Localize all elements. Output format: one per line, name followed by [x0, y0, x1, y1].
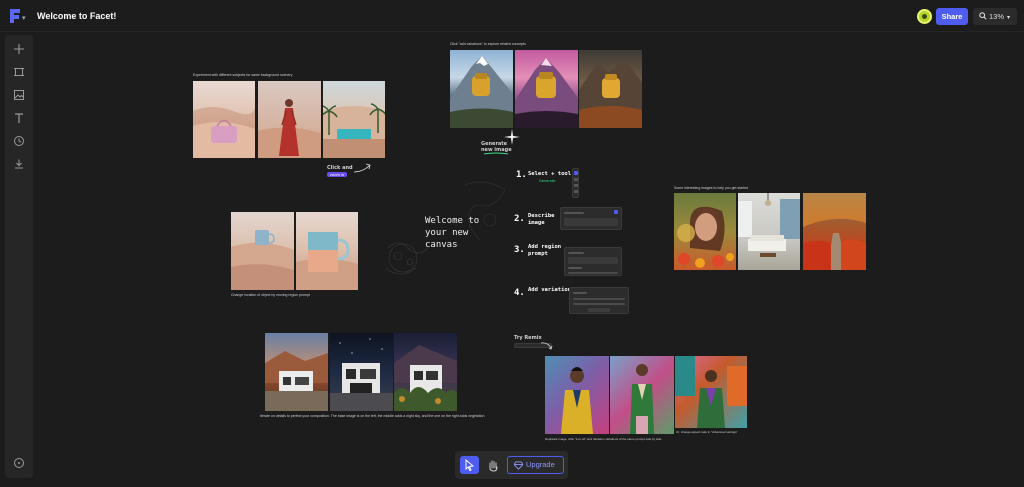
mountain-backpack-image-1[interactable] — [450, 50, 513, 128]
desert-oasis-image[interactable] — [323, 81, 385, 158]
mountain-backpack-image-3[interactable] — [579, 50, 642, 128]
portrait-caption: Some interesting images to help you get … — [674, 186, 749, 190]
zoom-button[interactable]: 13% ▾ — [973, 8, 1017, 25]
avatar[interactable] — [917, 9, 932, 24]
arrow-icon — [353, 163, 371, 173]
mug-caption: Change location of object by moving regi… — [231, 293, 310, 297]
arrow-icon — [540, 342, 553, 350]
autumn-path-image[interactable] — [803, 193, 866, 270]
download-icon[interactable] — [13, 157, 25, 169]
chevron-down-icon[interactable]: ▾ — [22, 14, 26, 22]
step-4-label: Add variation — [528, 287, 572, 293]
step-3-number: 3. — [514, 245, 525, 255]
mini-toolbar — [572, 168, 579, 198]
top-bar: ▾ Welcome to Facet! Share 13% ▾ — [0, 0, 1024, 32]
underline-mark — [483, 152, 509, 155]
house-base-image[interactable] — [265, 333, 328, 411]
add-icon[interactable] — [13, 42, 25, 54]
help-icon[interactable] — [13, 456, 25, 468]
desert-handbag-image[interactable] — [193, 81, 255, 158]
share-button[interactable]: Share — [936, 8, 968, 25]
step-3-label: Add region prompt — [528, 244, 562, 257]
house-night-image[interactable] — [330, 333, 393, 411]
fashion-man-image-1[interactable] — [545, 356, 609, 434]
try-remix-label: Try Remix — [514, 335, 542, 341]
region-prompt-panel — [564, 247, 622, 276]
fashion-caption-right: Or, change aspect ratio in "Advanced set… — [676, 430, 738, 434]
history-icon[interactable] — [13, 134, 25, 146]
cursor-icon — [465, 458, 475, 472]
step-2-label: Describe image — [528, 213, 555, 226]
upgrade-button[interactable]: Upgrade — [507, 456, 564, 474]
describe-panel — [560, 207, 622, 230]
select-tool-button[interactable] — [460, 456, 479, 474]
mountain-backpack-image-2[interactable] — [515, 50, 578, 128]
fashion-man-image-2[interactable] — [610, 356, 674, 434]
hand-icon — [489, 460, 498, 472]
desert-woman-image[interactable] — [258, 81, 321, 158]
welcome-text: Welcome to your new canvas — [425, 216, 480, 250]
house-vegetation-image[interactable] — [394, 333, 457, 411]
fashion-man-image-3[interactable] — [675, 356, 747, 428]
fashion-caption-left: Duplicate image, click "1x1 ref" and Var… — [545, 437, 662, 441]
upgrade-label: Upgrade — [526, 460, 555, 469]
mountain-caption: Click "add variations" to explore relate… — [450, 42, 526, 46]
image-icon[interactable] — [13, 88, 25, 100]
left-toolbar — [5, 35, 33, 478]
search-icon — [979, 12, 987, 20]
desert-caption: Experiment with different subjects for s… — [193, 73, 293, 77]
house-caption: Iterate on details to perfect your compo… — [260, 414, 485, 418]
zoom-hint: Click and — [327, 165, 353, 171]
portrait-woman-image[interactable] — [674, 193, 736, 270]
zoom-hint-tag: zoom in — [327, 172, 348, 177]
step-4-number: 4. — [514, 288, 525, 298]
diamond-icon — [514, 461, 523, 470]
living-room-image[interactable] — [738, 193, 800, 270]
text-icon[interactable] — [13, 111, 25, 123]
bottom-toolbar: Upgrade — [455, 451, 568, 479]
step-1-label: Select + tool — [528, 171, 572, 177]
page-title: Welcome to Facet! — [37, 11, 117, 21]
variation-panel — [569, 287, 629, 314]
step-2-number: 2. — [514, 214, 525, 224]
chevron-down-icon: ▾ — [1007, 15, 1011, 21]
facet-logo-icon[interactable] — [8, 8, 22, 24]
pan-tool-button[interactable] — [483, 456, 502, 474]
zoom-level: 13% — [989, 12, 1005, 21]
frame-icon[interactable] — [13, 65, 25, 77]
step-1-number: 1. — [516, 170, 527, 180]
step-1-sub: Generate — [539, 179, 556, 183]
desert-mug-image-2[interactable] — [296, 212, 358, 290]
desert-mug-image-1[interactable] — [231, 212, 294, 290]
